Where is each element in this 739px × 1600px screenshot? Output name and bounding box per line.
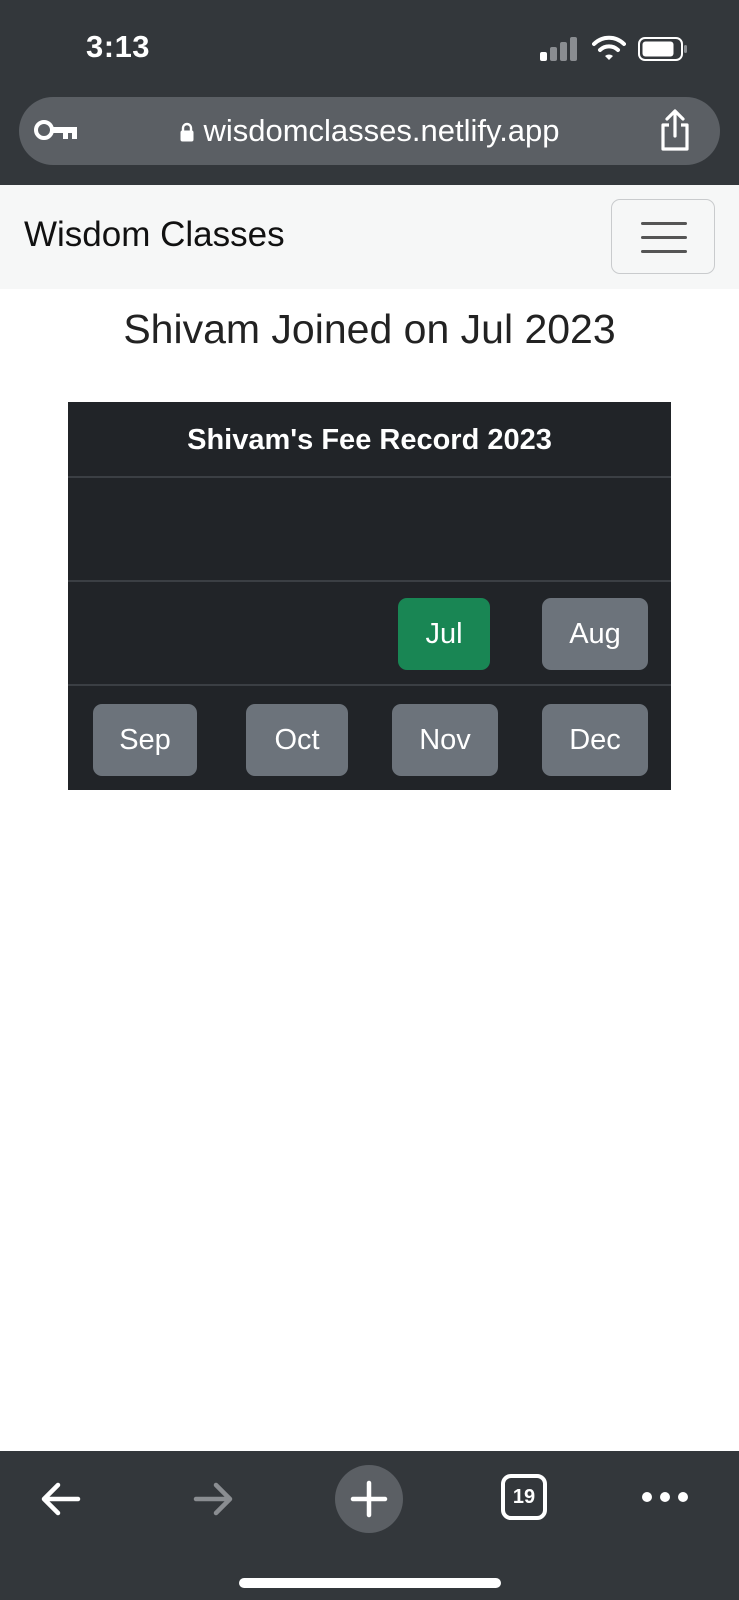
more-options-icon[interactable] [640, 1487, 690, 1507]
cellular-signal-icon [540, 37, 578, 61]
screen: 3:13 wisdomclasses.netlify.app Wisdom Cl… [0, 0, 739, 1600]
wifi-icon [592, 35, 626, 60]
month-button-sep[interactable]: Sep [93, 704, 197, 776]
tabs-count-text: 19 [512, 1485, 536, 1508]
lock-icon [180, 122, 194, 142]
month-button-oct[interactable]: Oct [246, 704, 348, 776]
share-icon[interactable] [657, 109, 693, 153]
month-button-jul[interactable]: Jul [398, 598, 490, 670]
tabs-count-button[interactable]: 19 [501, 1474, 547, 1520]
fee-table-title: Shivam's Fee Record 2023 [68, 402, 671, 478]
brand-link[interactable]: Wisdom Classes [24, 215, 285, 255]
back-arrow-icon[interactable] [36, 1475, 84, 1523]
url-text: wisdomclasses.netlify.app [203, 113, 560, 148]
menu-toggle-button[interactable] [611, 199, 715, 274]
fee-record-table: Shivam's Fee Record 2023 Jul Aug Sep Oct… [68, 402, 671, 790]
page-title: Shivam Joined on Jul 2023 [123, 306, 616, 352]
table-row [68, 480, 671, 582]
url-display[interactable]: wisdomclasses.netlify.app [19, 97, 720, 165]
table-row: Jul Aug [68, 584, 671, 686]
forward-arrow-icon[interactable] [190, 1475, 238, 1523]
site-navbar: Wisdom Classes [0, 185, 739, 289]
new-tab-plus-icon[interactable] [335, 1465, 403, 1533]
month-button-dec[interactable]: Dec [542, 704, 648, 776]
address-bar[interactable]: wisdomclasses.netlify.app [19, 97, 720, 165]
home-indicator[interactable] [239, 1578, 501, 1588]
hamburger-icon-bar [641, 236, 687, 239]
month-button-aug[interactable]: Aug [542, 598, 648, 670]
browser-top-bar: 3:13 wisdomclasses.netlify.app [0, 0, 739, 185]
status-time: 3:13 [86, 29, 151, 64]
hamburger-icon-bar [641, 250, 687, 253]
table-row: Sep Oct Nov Dec [68, 688, 671, 790]
battery-icon [638, 37, 687, 61]
hamburger-icon [641, 222, 687, 225]
month-button-nov[interactable]: Nov [392, 704, 498, 776]
